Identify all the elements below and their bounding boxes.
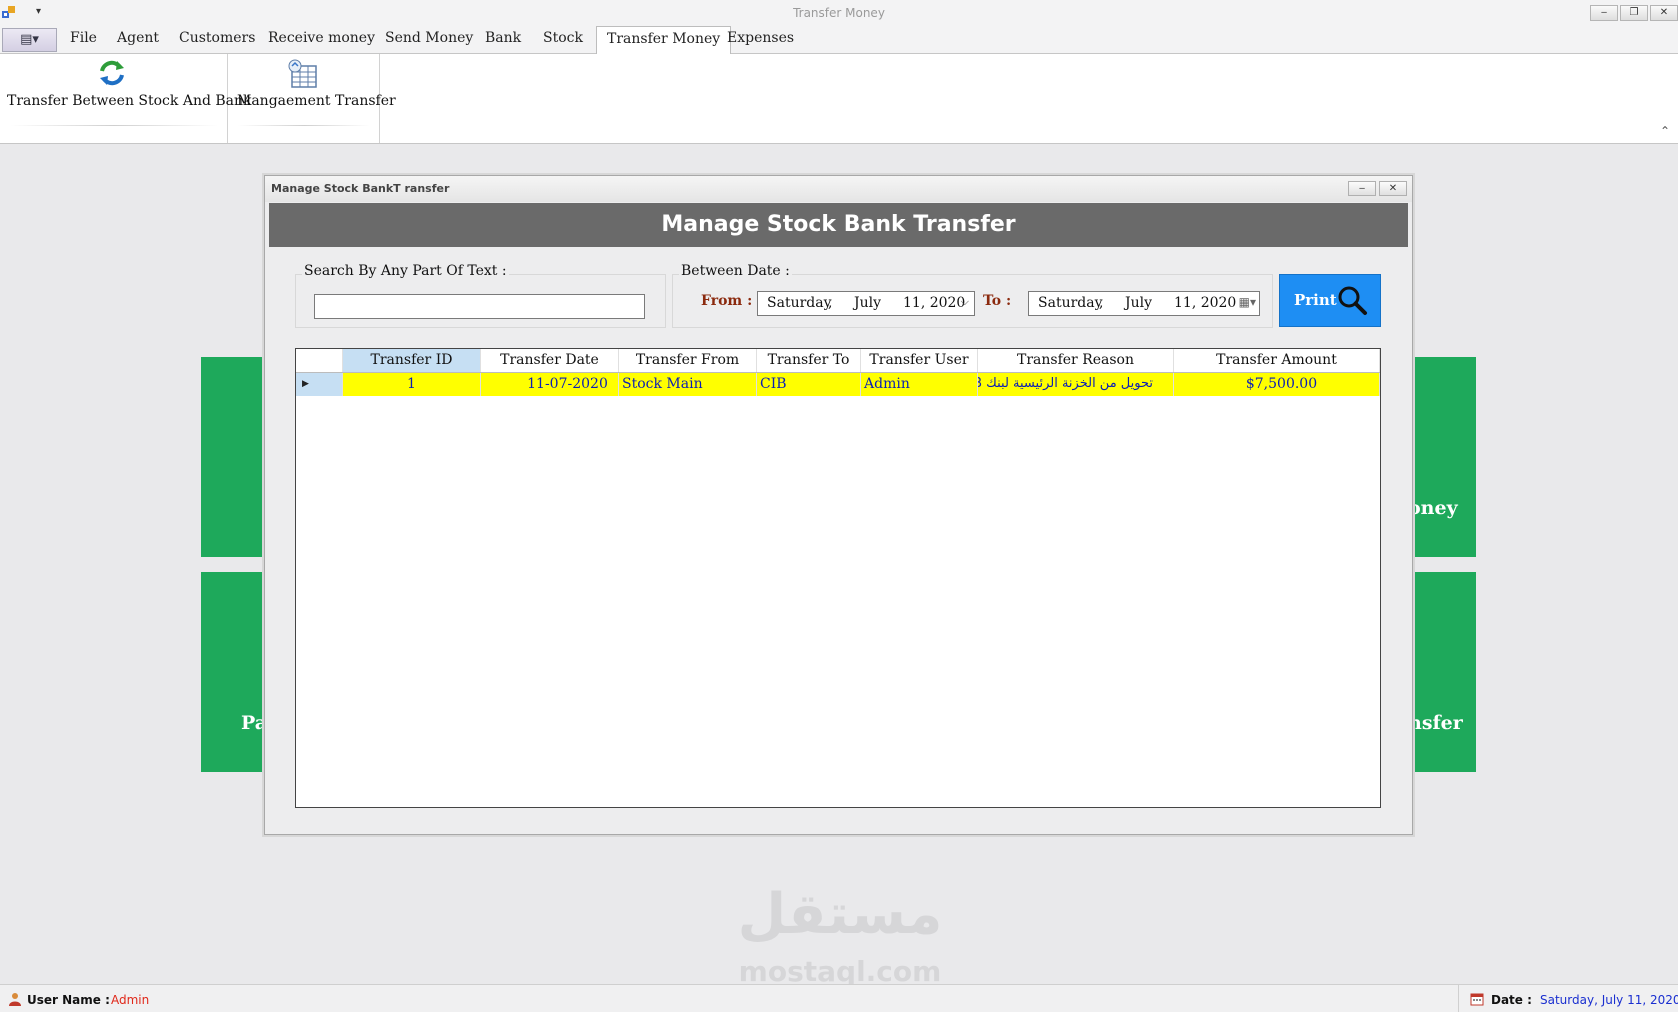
column-header-transfer-user[interactable]: Transfer User [861,349,978,372]
print-label: Print [1294,291,1337,309]
user-name-label: User Name : [27,993,110,1007]
column-header-transfer-from[interactable]: Transfer From [619,349,757,372]
search-caption: Search By Any Part Of Text : [302,263,509,279]
date-range-caption: Between Date : [679,263,792,279]
tab-customers[interactable]: Customers [179,30,255,46]
to-label: To : [983,293,1012,309]
from-date: 11, 2020 [903,295,966,311]
dialog-minimize-button[interactable]: ‒ [1348,181,1376,196]
tab-transfer-money[interactable]: Transfer Money [596,26,732,55]
minimize-button[interactable]: ‒ [1590,5,1618,21]
tab-agent[interactable]: Agent [117,30,159,46]
watermark-arabic: مستقل [737,882,943,947]
user-name-caption: User Name : [27,993,110,1007]
user-icon [9,993,21,1006]
grid-header-row: Transfer ID Transfer Date Transfer From … [296,349,1380,372]
column-header-transfer-id[interactable]: Transfer ID [343,349,481,372]
manage-transfer-dialog: Manage Stock BankT ransfer ‒ ✕ Manage St… [264,175,1413,835]
to-date: 11, 2020 [1174,295,1237,311]
table-row[interactable]: ▶ 1 11-07-2020 Stock Main CIB Admin تحوي… [296,372,1380,396]
cell-transfer-amount[interactable]: $7,500.00 [1174,373,1380,396]
user-name-value: Admin [111,993,150,1007]
column-header-transfer-reason[interactable]: Transfer Reason [978,349,1174,372]
date-range-group: Between Date : From : Saturday , July 11… [672,263,1273,328]
refresh-arrows-icon [100,60,124,86]
column-header-transfer-to[interactable]: Transfer To [757,349,861,372]
to-month: July [1125,295,1153,311]
dashboard-tile[interactable]: oney [1410,357,1476,557]
tile-label: oney [1410,497,1458,519]
search-input[interactable] [314,294,645,319]
calendar-dropdown-icon[interactable]: ▦▾ [1239,295,1256,309]
tab-send-money[interactable]: Send Money [385,30,473,46]
tile-label: nsfer [1410,712,1463,734]
ribbon-panel: Transfer Between Stock And Bank Mangaeme… [0,54,1678,144]
dialog-title-bar: Manage Stock BankT ransfer ‒ ✕ [265,176,1412,202]
close-button[interactable]: ✕ [1650,5,1678,21]
column-header-transfer-amount[interactable]: Transfer Amount [1174,349,1380,372]
tab-file[interactable]: File [70,30,97,46]
grid-header-corner [296,349,343,372]
cell-transfer-user[interactable]: Admin [861,373,978,396]
app-menu-button[interactable]: ▤▾ [2,28,57,52]
from-day: Saturday [767,295,832,311]
title-bar: ▾ Transfer Money ‒ ❐ ✕ [0,0,1678,26]
from-label: From : [701,293,753,309]
ribbon-button-label: Transfer Between Stock And Bank [7,93,252,109]
tab-stock[interactable]: Stock [543,30,583,46]
dialog-title: Manage Stock BankT ransfer [271,182,450,195]
from-date-picker[interactable]: Saturday , July 11, 2020 ⌵ [757,291,975,316]
restore-button[interactable]: ❐ [1620,5,1648,21]
ribbon-group-divider [238,125,370,126]
date-separator: , [828,295,833,311]
print-button[interactable]: Print [1279,274,1381,327]
cell-transfer-reason[interactable]: تحويل من الخزنة الرئيسية لبنك CIB [978,373,1174,396]
status-divider [1458,985,1459,1012]
transfers-grid[interactable]: Transfer ID Transfer Date Transfer From … [295,348,1381,808]
dashboard-tile[interactable]: nsfer [1410,572,1476,772]
current-date-value: Saturday, July 11, 2020 [1540,993,1678,1007]
window-title: Transfer Money [793,6,885,20]
tab-expenses[interactable]: Expenses [727,30,794,46]
cell-transfer-id[interactable]: 1 [343,373,481,396]
ribbon-button-transfer-stock-bank[interactable]: Transfer Between Stock And Bank [0,54,252,143]
dashboard-tile[interactable]: Pa [201,572,267,772]
calendar-icon [1470,993,1484,1006]
ribbon-button-label: Mangaement Transfer [237,93,396,109]
chevron-down-icon[interactable]: ⌵ [961,295,969,309]
collapse-ribbon-icon[interactable]: ⌃ [1660,124,1670,138]
search-group: Search By Any Part Of Text : [295,263,666,328]
cell-transfer-from[interactable]: Stock Main [619,373,757,396]
row-selector-icon[interactable]: ▶ [296,373,343,396]
ribbon-group-divider [10,125,218,126]
dialog-close-button[interactable]: ✕ [1379,181,1407,196]
to-date-picker[interactable]: Saturday , July 11, 2020 ▦▾ [1028,291,1260,316]
ribbon-tab-bar: ▤▾ File Agent Customers Receive money Se… [0,26,1678,55]
date-separator: , [1099,295,1104,311]
ribbon-button-management-transfer[interactable]: Mangaement Transfer [228,54,396,143]
column-header-transfer-date[interactable]: Transfer Date [481,349,619,372]
magnifier-icon [1338,286,1367,315]
date-caption: Date : [1491,993,1532,1007]
tab-bank[interactable]: Bank [485,30,521,46]
tab-receive-money[interactable]: Receive money [268,30,375,46]
cell-transfer-to[interactable]: CIB [757,373,861,396]
to-day: Saturday [1038,295,1103,311]
dashboard-tile[interactable] [201,357,267,557]
cell-transfer-date[interactable]: 11-07-2020 [481,373,619,396]
dialog-header: Manage Stock Bank Transfer [269,203,1408,247]
table-grid-icon [288,59,317,88]
status-bar: User Name : Admin Date : Saturday, July … [0,984,1678,1012]
from-month: July [854,295,882,311]
